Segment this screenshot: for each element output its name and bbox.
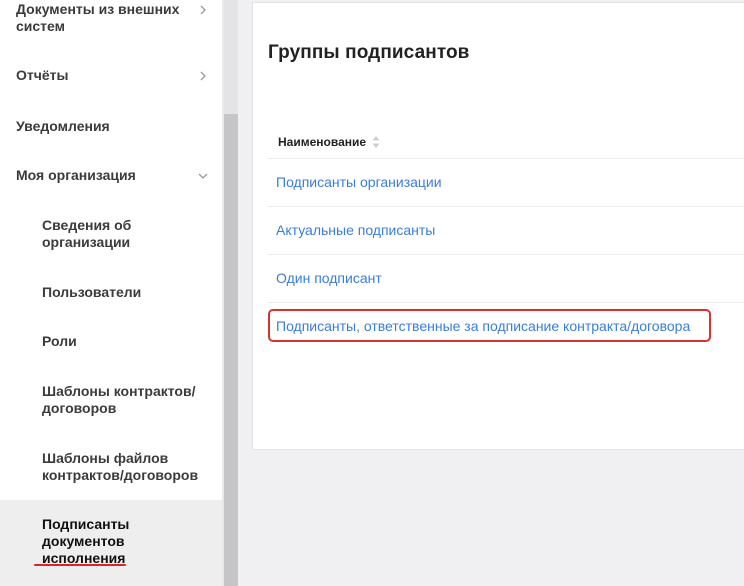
sidebar-subitem-file-templates[interactable]: Шаблоны файлов контрактов/договоров [0, 450, 222, 484]
chevron-right-icon [198, 5, 208, 15]
column-header-label: Наименование [278, 135, 367, 149]
sort-icon[interactable] [372, 135, 380, 149]
sidebar-item-notifications[interactable]: Уведомления [0, 118, 222, 135]
sidebar-item-label: Моя организация [16, 167, 136, 183]
sidebar-item-label: Документы из внешних систем [16, 1, 180, 34]
sidebar-item-label: Отчёты [16, 67, 69, 83]
table-row-divider [268, 302, 744, 303]
sidebar-subitem-roles[interactable]: Роли [0, 333, 222, 350]
sidebar-item-label: Уведомления [16, 118, 110, 134]
sidebar-subitem-label: Шаблоны контрактов/договоров [42, 383, 196, 416]
active-underline-annotation [34, 564, 126, 566]
page-title: Группы подписантов [268, 42, 470, 63]
table-row-divider [268, 254, 744, 255]
sidebar-item-my-organization[interactable]: Моя организация [0, 167, 222, 184]
sidebar-subitem-users[interactable]: Пользователи [0, 284, 222, 301]
sidebar-item-reports[interactable]: Отчёты [0, 67, 222, 84]
sidebar-subitem-contract-templates[interactable]: Шаблоны контрактов/договоров [0, 383, 222, 417]
sidebar-subitem-signers-active[interactable]: Подписанты документов исполнения [0, 516, 222, 567]
sidebar-subitem-org-info[interactable]: Сведения об организации [0, 217, 222, 251]
sidebar-subitem-label: Роли [42, 333, 77, 349]
chevron-down-icon [198, 171, 208, 181]
table-row-divider [268, 158, 744, 159]
table-row-link[interactable]: Актуальные подписанты [276, 221, 435, 239]
sidebar: Документы из внешних систем Отчёты Уведо… [0, 0, 222, 586]
sidebar-subitem-label: Шаблоны файлов контрактов/договоров [42, 450, 199, 483]
scrollbar-thumb[interactable] [224, 114, 238, 586]
column-header-name[interactable]: Наименование [278, 134, 380, 150]
chevron-right-icon [198, 71, 208, 81]
highlight-annotation [268, 309, 711, 342]
sidebar-subitem-label: Подписанты документов исполнения [42, 516, 130, 566]
sidebar-item-external-documents[interactable]: Документы из внешних систем [0, 1, 222, 35]
sidebar-subitem-label: Пользователи [42, 284, 142, 300]
table-row-divider [268, 206, 744, 207]
table-row-link[interactable]: Подписанты организации [276, 173, 442, 191]
table-row-link[interactable]: Один подписант [276, 269, 382, 287]
sidebar-subitem-label: Сведения об организации [42, 217, 132, 250]
